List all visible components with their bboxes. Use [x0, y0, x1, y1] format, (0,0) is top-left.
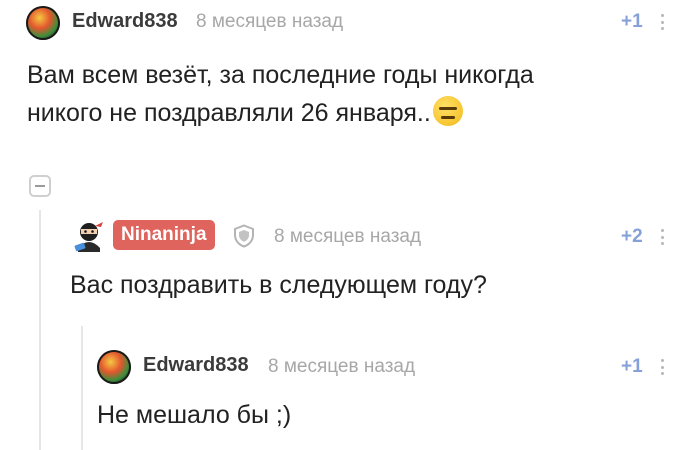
avatar[interactable]	[97, 350, 131, 384]
shield-icon	[234, 224, 254, 248]
avatar[interactable]	[26, 6, 60, 40]
comment-text: Вас поздравить в следующем году?	[70, 271, 487, 299]
more-options-icon[interactable]	[659, 229, 665, 245]
collapse-thread-button[interactable]	[29, 175, 51, 197]
comment-text-line: Вам всем везёт, за последние годы никогд…	[27, 61, 534, 89]
username-badge[interactable]: Ninaninja	[113, 220, 215, 250]
username[interactable]: Edward838	[72, 10, 178, 33]
expressionless-face-emoji	[432, 96, 463, 126]
more-options-icon[interactable]	[659, 14, 665, 30]
comment-time[interactable]: 8 месяцев назад	[196, 11, 343, 33]
thread-line[interactable]	[39, 210, 41, 450]
comment-text: Вам всем везёт, за последние годы никогд…	[27, 56, 534, 132]
comment-text: Не мешало бы ;)	[97, 401, 292, 429]
comment-rating: +1	[621, 11, 643, 32]
comment-rating: +2	[621, 226, 643, 247]
thread-line[interactable]	[81, 326, 83, 450]
ninja-avatar-icon[interactable]	[73, 218, 105, 252]
comment-text-line: никого не поздравляли 26 января..	[27, 99, 431, 127]
more-options-icon[interactable]	[659, 359, 665, 375]
comment-rating: +1	[621, 356, 643, 377]
comment-time[interactable]: 8 месяцев назад	[268, 356, 415, 378]
comment-text-line-with-emoji: никого не поздравляли 26 января..	[27, 94, 534, 132]
comment-time[interactable]: 8 месяцев назад	[274, 226, 421, 248]
minus-icon	[35, 185, 45, 187]
username[interactable]: Edward838	[143, 354, 249, 377]
